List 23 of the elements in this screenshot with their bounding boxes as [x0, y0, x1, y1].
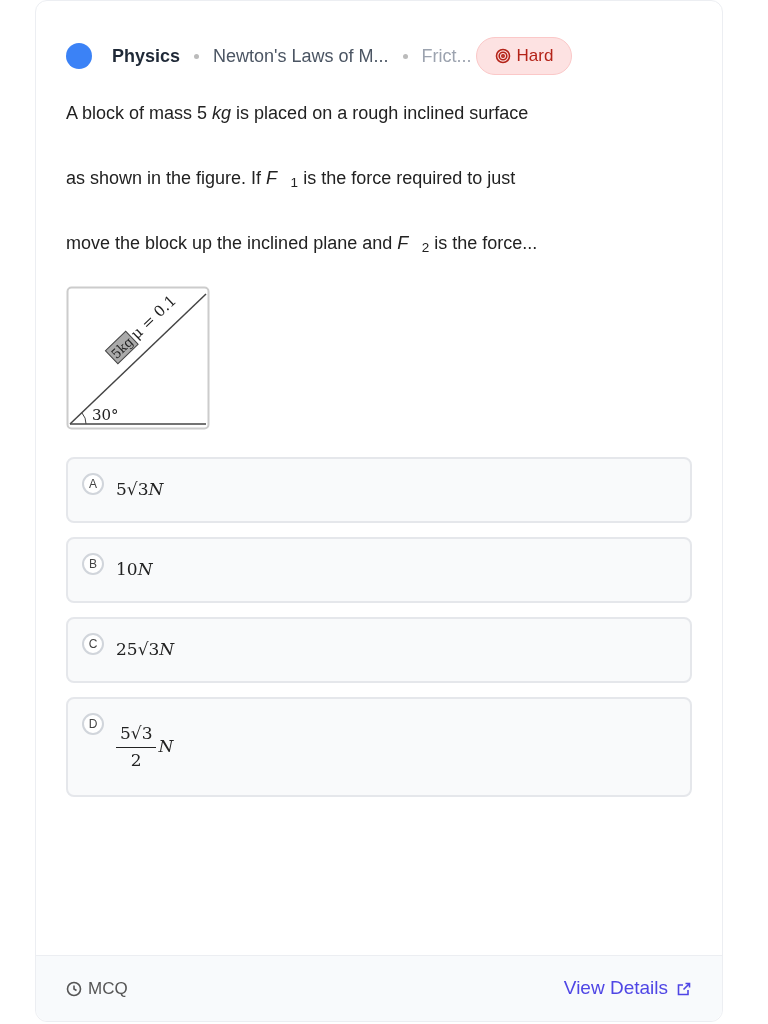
clock-icon: [66, 980, 82, 997]
topic-label: Frict...: [421, 44, 472, 68]
answer-option[interactable]: B 10N: [66, 537, 692, 603]
question-text: A block of mass 5 kg is placed on a rough inclined surface: [66, 102, 530, 125]
question-type: MCQ: [66, 975, 128, 1002]
chapter-label: Newton's Laws of M...: [213, 44, 389, 68]
incline-drawing: 5kg μ = 0.1 30°: [66, 286, 211, 431]
difficulty-badge: Hard: [475, 37, 573, 75]
subject-label: Physics: [112, 44, 181, 68]
option-letter: D: [82, 713, 104, 735]
view-details-link[interactable]: View Details: [563, 974, 692, 1003]
option-text: 25√3N: [116, 638, 175, 661]
answer-option[interactable]: A 5√3N: [66, 457, 692, 523]
option-letter: A: [82, 473, 104, 495]
target-icon: [494, 48, 511, 64]
question-text: as shown in the figure. If F⃗$_{1}$ is the force required to just: [66, 167, 517, 193]
external-link-icon: [676, 980, 692, 997]
answer-option[interactable]: C 25√3N: [66, 617, 692, 683]
option-text: 10N: [116, 558, 153, 581]
option-text: 5√3N: [116, 478, 164, 501]
question-text: move the block up the inclined plane and F⃗$_{2}$ is the force...: [66, 232, 539, 258]
option-letter: C: [82, 633, 104, 655]
option-letter: B: [82, 553, 104, 575]
